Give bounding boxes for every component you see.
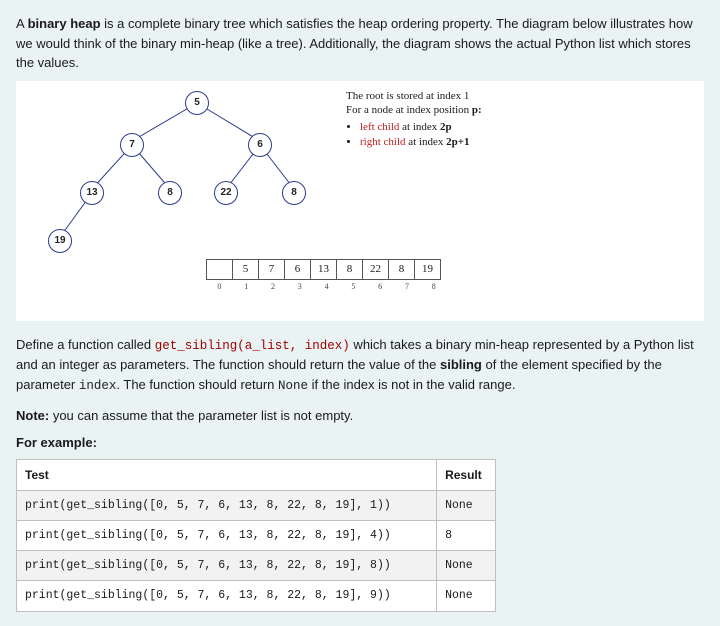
array-cell: 13	[311, 259, 337, 279]
array-cell: 5	[233, 259, 259, 279]
tree-node: 13	[80, 181, 104, 205]
tree-edges	[30, 91, 320, 251]
array-index-label: 4	[313, 281, 340, 293]
array-indices: 012345678	[206, 281, 447, 293]
note-paragraph: Note: you can assume that the parameter …	[16, 406, 704, 426]
array-index-label: 8	[420, 281, 447, 293]
param-index: index	[79, 379, 117, 393]
legend-right-child: right child at index 2p+1	[360, 135, 482, 150]
legend-line-2: For a node at index position p:	[346, 103, 482, 118]
array-index-label: 7	[394, 281, 421, 293]
intro-term: binary heap	[28, 16, 101, 31]
tree-node: 5	[185, 91, 209, 115]
tree-node: 8	[282, 181, 306, 205]
array-index-label: 0	[206, 281, 233, 293]
intro-before: A	[16, 16, 28, 31]
result-cell: 8	[437, 520, 496, 550]
array-cell: 22	[363, 259, 389, 279]
array-index-label: 2	[260, 281, 287, 293]
col-result: Result	[437, 459, 496, 490]
for-example-label: For example:	[16, 433, 704, 453]
task-paragraph: Define a function called get_sibling(a_l…	[16, 335, 704, 396]
result-cell: None	[437, 581, 496, 611]
intro-after: is a complete binary tree which satisfie…	[16, 16, 693, 70]
legend-left-child: left child at index 2p	[360, 120, 482, 135]
table-row: print(get_sibling([0, 5, 7, 6, 13, 8, 22…	[17, 520, 496, 550]
array-cell: 19	[415, 259, 441, 279]
tree-node: 22	[214, 181, 238, 205]
array-cell	[207, 259, 233, 279]
array-cell: 8	[337, 259, 363, 279]
array-table: 57613822819	[206, 259, 441, 280]
array-cell: 6	[285, 259, 311, 279]
return-none: None	[278, 379, 308, 393]
tree-node: 19	[48, 229, 72, 253]
diagram-container: 57613822819 The root is stored at index …	[16, 81, 704, 321]
test-cell: print(get_sibling([0, 5, 7, 6, 13, 8, 22…	[17, 581, 437, 611]
array-index-label: 3	[286, 281, 313, 293]
table-row: print(get_sibling([0, 5, 7, 6, 13, 8, 22…	[17, 490, 496, 520]
test-cell: print(get_sibling([0, 5, 7, 6, 13, 8, 22…	[17, 520, 437, 550]
legend-box: The root is stored at index 1 For a node…	[346, 89, 482, 150]
test-cell: print(get_sibling([0, 5, 7, 6, 13, 8, 22…	[17, 490, 437, 520]
legend-line-1: The root is stored at index 1	[346, 89, 482, 104]
array-cell: 8	[389, 259, 415, 279]
tree-node: 8	[158, 181, 182, 205]
function-signature: get_sibling(a_list, index)	[155, 339, 350, 353]
array-index-label: 1	[233, 281, 260, 293]
table-row: print(get_sibling([0, 5, 7, 6, 13, 8, 22…	[17, 581, 496, 611]
array-cell: 7	[259, 259, 285, 279]
examples-table: Test Result print(get_sibling([0, 5, 7, …	[16, 459, 496, 612]
result-cell: None	[437, 551, 496, 581]
array-index-label: 5	[340, 281, 367, 293]
tree-node: 6	[248, 133, 272, 157]
intro-paragraph: A binary heap is a complete binary tree …	[16, 14, 704, 73]
table-row: print(get_sibling([0, 5, 7, 6, 13, 8, 22…	[17, 551, 496, 581]
result-cell: None	[437, 490, 496, 520]
tree-node: 7	[120, 133, 144, 157]
test-cell: print(get_sibling([0, 5, 7, 6, 13, 8, 22…	[17, 551, 437, 581]
array-index-label: 6	[367, 281, 394, 293]
tree-area: 5 7 6 13 8 22 8 19	[30, 91, 320, 251]
col-test: Test	[17, 459, 437, 490]
